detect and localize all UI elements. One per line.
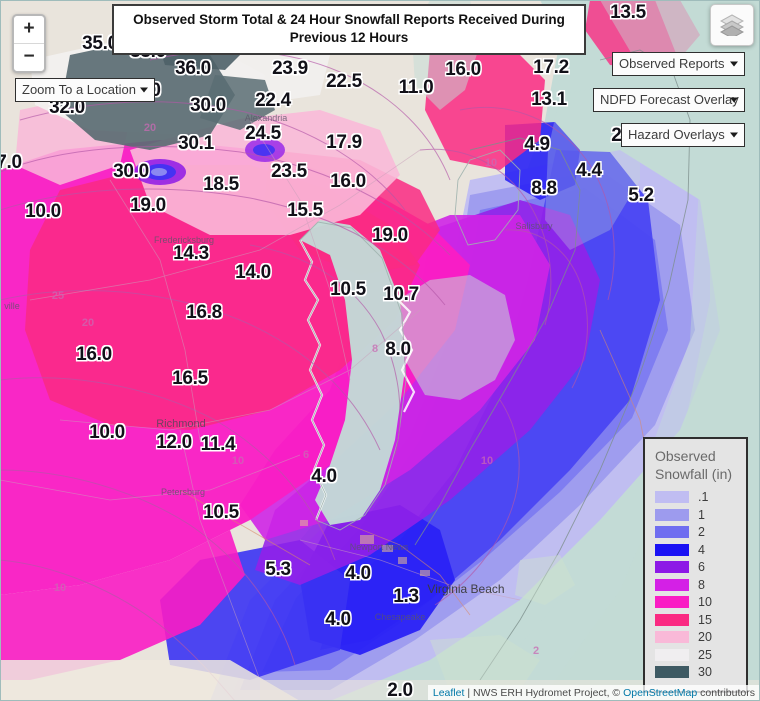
map-title-banner: Observed Storm Total & 24 Hour Snowfall …	[112, 4, 586, 56]
legend-color-swatch	[655, 508, 689, 521]
chevron-down-icon	[730, 97, 738, 103]
chevron-down-icon	[140, 87, 148, 93]
legend-value-label: 10	[698, 595, 712, 609]
legend-color-swatch	[655, 613, 689, 626]
legend-title: Observed Snowfall (in)	[655, 448, 738, 483]
attribution-project: NWS ERH Hydromet Project, ©	[472, 687, 624, 699]
hazard-overlays-dropdown[interactable]: Hazard Overlays	[621, 123, 745, 147]
legend-value-label: 6	[698, 560, 705, 574]
legend-value-label: 1	[698, 507, 705, 522]
legend-row: 30	[655, 664, 738, 680]
zoom-to-location-label: Zoom To a Location	[22, 82, 136, 97]
legend-color-swatch	[655, 631, 689, 643]
chevron-down-icon	[730, 132, 738, 138]
legend-color-swatch	[655, 648, 689, 661]
legend-color-swatch	[655, 596, 689, 608]
legend-row: 8	[655, 577, 738, 593]
observed-reports-label: Observed Reports	[619, 56, 725, 71]
legend-value-label: 25	[698, 647, 712, 662]
legend-row: 10	[655, 594, 738, 610]
ndfd-forecast-overlay-dropdown[interactable]: NDFD Forecast Overlay	[593, 88, 745, 112]
legend-row: 2	[655, 524, 738, 540]
legend-row: 20	[655, 629, 738, 645]
attribution-sep: |	[464, 687, 473, 699]
attribution-tail: contributors	[697, 687, 755, 699]
zoom-in-button[interactable]: +	[14, 16, 44, 44]
hazard-overlays-label: Hazard Overlays	[628, 127, 725, 142]
legend-value-label: 8	[698, 577, 705, 592]
legend-value-label: 15	[698, 612, 712, 627]
layers-control-button[interactable]	[710, 4, 754, 46]
legend-value-label: 20	[698, 630, 712, 644]
chevron-down-icon	[730, 61, 738, 67]
legend-color-swatch	[655, 578, 689, 591]
zoom-to-location-dropdown[interactable]: Zoom To a Location	[15, 78, 155, 102]
legend-row: 1	[655, 507, 738, 523]
legend-color-swatch	[655, 543, 689, 556]
zoom-control[interactable]: + −	[12, 14, 46, 73]
ndfd-forecast-overlay-label: NDFD Forecast Overlay	[600, 92, 739, 107]
legend-row: .1	[655, 489, 738, 505]
legend-row: 15	[655, 612, 738, 628]
legend-value-label: 2	[698, 525, 705, 539]
legend-entries: .1 1 2 4 6 8 10 15 20 25 30	[655, 489, 738, 680]
zoom-out-button[interactable]: −	[14, 44, 44, 71]
layers-icon	[720, 14, 744, 36]
map-attribution: Leaflet | NWS ERH Hydromet Project, © Op…	[427, 685, 760, 701]
legend-color-swatch	[655, 491, 689, 503]
snowfall-legend: Observed Snowfall (in) .1 1 2 4 6 8 10 15 20 25 30	[643, 437, 748, 693]
legend-color-swatch	[655, 561, 689, 573]
legend-value-label: 4	[698, 542, 705, 557]
legend-color-swatch	[655, 526, 689, 538]
legend-row: 25	[655, 647, 738, 663]
leaflet-link[interactable]: Leaflet	[433, 687, 465, 699]
snowfall-map-application: Fredericksburg Richmond Petersburg Newport …	[0, 0, 760, 701]
legend-value-label: .1	[698, 490, 709, 504]
openstreetmap-link[interactable]: OpenStreetMap	[623, 687, 697, 699]
legend-title-line2: Snowfall (in)	[655, 465, 733, 482]
observed-reports-dropdown[interactable]: Observed Reports	[612, 52, 745, 76]
legend-value-label: 30	[698, 665, 712, 679]
legend-row: 4	[655, 542, 738, 558]
legend-title-line1: Observed	[655, 448, 716, 464]
page-title: Observed Storm Total & 24 Hour Snowfall …	[133, 12, 565, 46]
legend-row: 6	[655, 559, 738, 575]
legend-color-swatch	[655, 666, 689, 678]
